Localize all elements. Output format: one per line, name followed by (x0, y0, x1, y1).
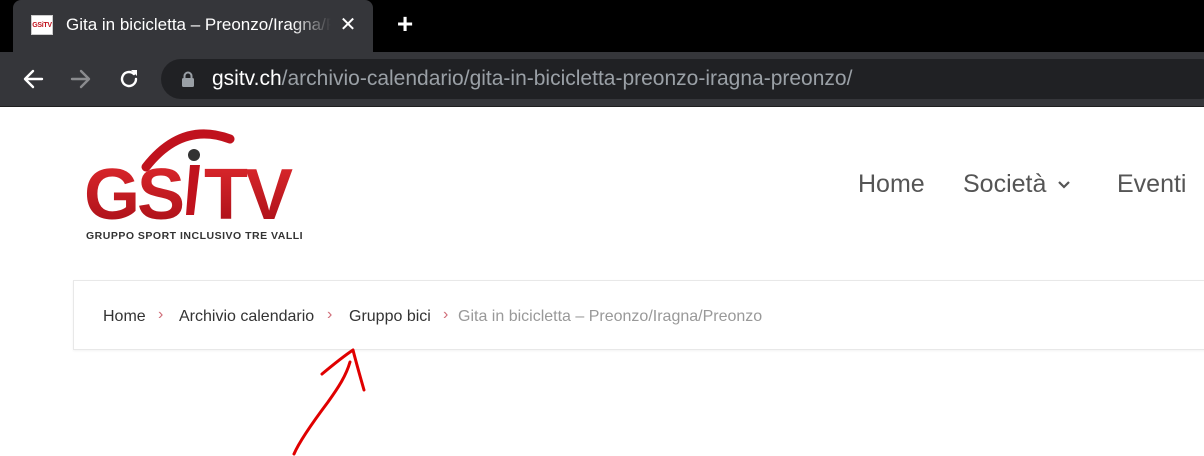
tab-title: Gita in bicicletta – Preonzo/Iragna/Preo… (66, 15, 331, 34)
nav-item-societa[interactable]: Società (963, 170, 1071, 199)
url-host: gsitv.ch (212, 67, 282, 90)
logo-tagline: GRUPPO SPORT INCLUSIVO TRE VALLI (86, 230, 304, 242)
reload-button[interactable] (112, 52, 146, 106)
address-bar[interactable]: gsitv.ch/archivio-calendario/gita-in-bic… (161, 59, 1204, 99)
arrow-left-icon (23, 69, 44, 89)
svg-text:TV: TV (204, 155, 293, 235)
lock-icon[interactable] (181, 71, 195, 88)
breadcrumb-archivio-calendario[interactable]: Archivio calendario (179, 308, 314, 326)
nav-item-label: Società (963, 170, 1047, 198)
nav-item-eventi[interactable]: Eventi (1117, 170, 1186, 199)
breadcrumb-separator: › (327, 306, 333, 323)
breadcrumb: Home › Archivio calendario › Gruppo bici… (73, 280, 1204, 350)
arrow-right-icon (70, 69, 91, 89)
web-page: GS TV GRUPPO SPORT INCLUSIVO TRE VALLI H… (0, 107, 1204, 456)
browser-tab-strip: GSiTV Gita in bicicletta – Preonzo/Iragn… (0, 0, 1204, 52)
site-favicon-icon: GSiTV (31, 15, 53, 35)
chevron-down-icon (1058, 181, 1071, 189)
breadcrumb-separator: › (443, 306, 449, 323)
url-path: /archivio-calendario/gita-in-bicicletta-… (281, 67, 853, 90)
tab-close-icon[interactable]: ✕ (338, 13, 358, 37)
nav-item-home[interactable]: Home (858, 170, 925, 199)
new-tab-button[interactable]: + (392, 10, 418, 39)
svg-text:GS: GS (84, 155, 183, 235)
url-text[interactable]: gsitv.ch/archivio-calendario/gita-in-bic… (212, 67, 852, 91)
site-logo[interactable]: GS TV (82, 125, 322, 247)
back-button[interactable] (16, 52, 50, 106)
browser-toolbar: gsitv.ch/archivio-calendario/gita-in-bic… (0, 52, 1204, 107)
reload-icon (120, 70, 138, 88)
gsitv-logo-icon: GS TV (84, 129, 296, 235)
breadcrumb-current: Gita in bicicletta – Preonzo/Iragna/Preo… (458, 308, 763, 325)
browser-tab[interactable]: GSiTV Gita in bicicletta – Preonzo/Iragn… (13, 0, 373, 52)
breadcrumb-gruppo-bici[interactable]: Gruppo bici (349, 308, 431, 326)
breadcrumb-home[interactable]: Home (103, 308, 146, 326)
forward-button[interactable] (64, 52, 98, 106)
breadcrumb-separator: › (158, 306, 164, 323)
